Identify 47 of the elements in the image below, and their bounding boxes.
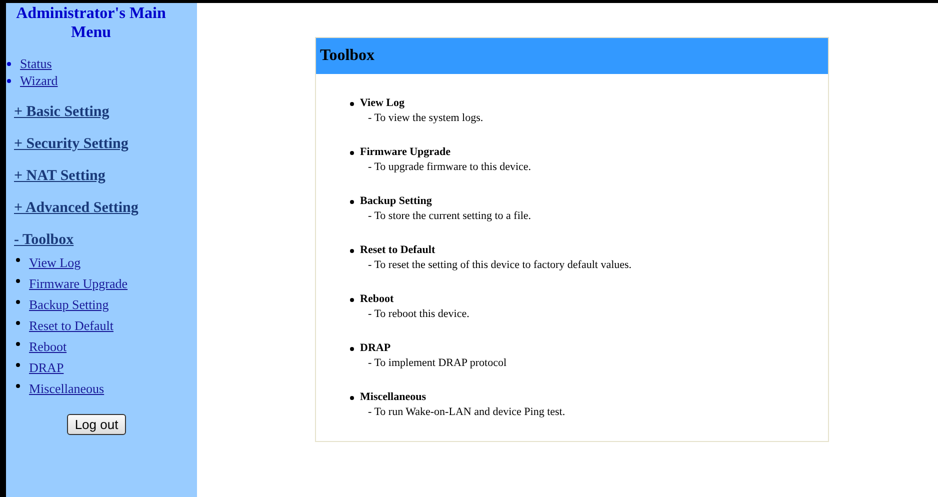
item-name: Firmware Upgrade bbox=[360, 145, 451, 160]
item-name: View Log bbox=[360, 96, 405, 111]
menu-link[interactable]: View Log bbox=[29, 252, 81, 273]
item-description: - To reboot this device. bbox=[368, 307, 470, 322]
item-name: Backup Setting bbox=[360, 194, 432, 209]
bullet-icon bbox=[7, 79, 11, 83]
bullet-icon bbox=[16, 384, 20, 388]
item-description: - To upgrade firmware to this device. bbox=[368, 160, 532, 175]
item-description: - To reset the setting of this device to factory default values. bbox=[368, 258, 633, 273]
bullet-icon bbox=[16, 300, 20, 304]
item-name: Miscellaneous bbox=[360, 390, 426, 405]
menu-link[interactable]: Status bbox=[20, 56, 52, 72]
item-description: - To store the current setting to a file. bbox=[368, 209, 532, 224]
bullet-icon bbox=[350, 102, 354, 106]
logout-button[interactable]: Log out bbox=[66, 414, 126, 435]
menu-section[interactable]: + Advanced Setting bbox=[14, 200, 138, 217]
item-description: - To implement DRAP protocol bbox=[368, 356, 508, 371]
menu-link[interactable]: Firmware Upgrade bbox=[29, 273, 128, 294]
bullet-icon bbox=[16, 258, 20, 262]
menu-link[interactable]: Reset to Default bbox=[29, 315, 114, 336]
menu-link[interactable]: Wizard bbox=[20, 73, 58, 89]
bullet-icon bbox=[350, 200, 354, 204]
bullet-icon bbox=[350, 150, 354, 154]
bullet-icon bbox=[7, 62, 11, 66]
bullet-icon bbox=[350, 298, 354, 302]
menu-link[interactable]: Reboot bbox=[29, 336, 67, 357]
panel-title: Toolbox bbox=[320, 47, 375, 65]
menu-link[interactable]: DRAP bbox=[29, 357, 64, 378]
bullet-icon bbox=[350, 396, 354, 400]
menu-section[interactable]: - Toolbox bbox=[14, 232, 74, 249]
bullet-icon bbox=[16, 363, 20, 367]
item-name: Reboot bbox=[360, 292, 394, 307]
menu-link[interactable]: Miscellaneous bbox=[29, 378, 104, 399]
menu-title: Administrator's Main Menu bbox=[15, 4, 167, 42]
item-name: DRAP bbox=[360, 341, 391, 356]
bullet-icon bbox=[350, 248, 354, 252]
menu-section[interactable]: + Basic Setting bbox=[14, 104, 110, 121]
item-description: - To view the system logs. bbox=[368, 111, 484, 126]
item-description: - To run Wake-on-LAN and device Ping test. bbox=[368, 405, 566, 420]
bullet-icon bbox=[350, 346, 354, 350]
item-name: Reset to Default bbox=[360, 243, 436, 258]
bullet-icon bbox=[16, 279, 20, 283]
menu-link[interactable]: Backup Setting bbox=[29, 294, 109, 315]
menu-section[interactable]: + Security Setting bbox=[14, 136, 128, 153]
bullet-icon bbox=[16, 342, 20, 346]
menu-section[interactable]: + NAT Setting bbox=[14, 168, 106, 185]
bullet-icon bbox=[16, 321, 20, 325]
